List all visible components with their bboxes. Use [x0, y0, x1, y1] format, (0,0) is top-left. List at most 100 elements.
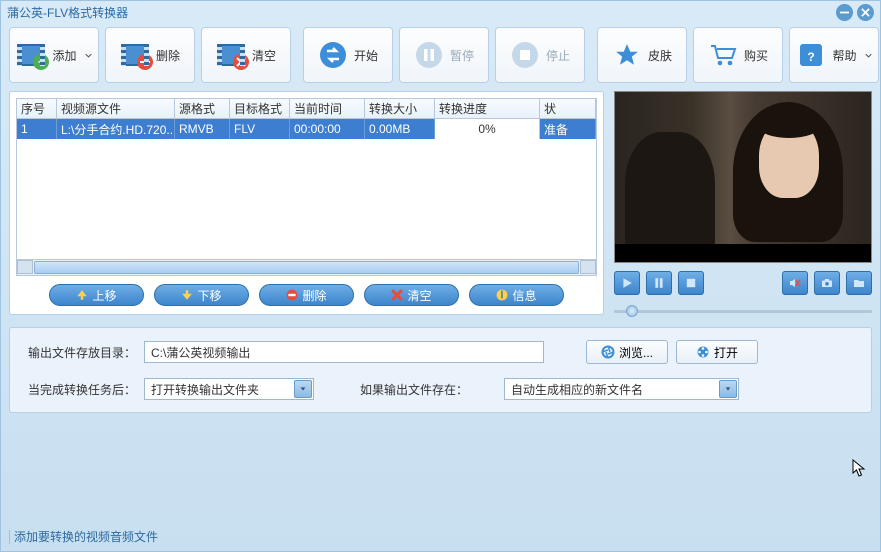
cursor-icon — [852, 459, 868, 479]
scroll-thumb[interactable] — [34, 261, 579, 274]
col-srcfmt[interactable]: 源格式 — [175, 99, 230, 118]
film-add-icon: + — [16, 40, 46, 70]
if-exists-value: 自动生成相应的新文件名 — [511, 381, 643, 398]
cell-seq: 1 — [17, 119, 57, 139]
stop-label: 停止 — [546, 47, 570, 64]
media-controls — [614, 263, 872, 299]
col-size[interactable]: 转换大小 — [365, 99, 435, 118]
cell-dstfmt: FLV — [230, 119, 290, 139]
horizontal-scrollbar[interactable] — [17, 259, 596, 275]
main-area: 序号 视频源文件 源格式 目标格式 当前时间 转换大小 转换进度 状 1 L:\… — [1, 91, 880, 315]
scroll-left-icon[interactable] — [17, 260, 33, 274]
output-dir-input[interactable]: C:\蒲公英视频输出 — [144, 341, 544, 363]
open-button[interactable]: 打开 — [676, 340, 758, 364]
help-button[interactable]: ? 帮助 — [789, 27, 879, 83]
add-label: 添加 — [52, 47, 76, 64]
video-preview[interactable] — [614, 91, 872, 263]
stop-icon — [510, 40, 540, 70]
cell-src: L:\分手合约.HD.720... — [57, 119, 175, 139]
aperture-icon — [601, 345, 615, 359]
col-progress[interactable]: 转换进度 — [435, 99, 540, 118]
chevron-down-icon — [719, 380, 737, 398]
add-button[interactable]: + 添加 — [9, 27, 99, 83]
info-button[interactable]: i 信息 — [469, 284, 564, 306]
preview-panel — [614, 91, 872, 315]
main-toolbar: + 添加 删除 清空 开始 暂停 停止 皮肤 购买 ? 帮助 — [1, 23, 880, 91]
status-hint: 添加要转换的视频音频文件 — [9, 528, 158, 545]
cell-status: 准备 — [540, 119, 596, 139]
move-up-label: 上移 — [92, 287, 116, 304]
skin-label: 皮肤 — [648, 47, 672, 64]
open-folder-button[interactable] — [846, 271, 872, 295]
film-clear-icon — [216, 40, 246, 70]
if-exists-label: 如果输出文件存在： — [360, 381, 468, 398]
film-remove-icon — [120, 40, 150, 70]
cell-size: 0.00MB — [365, 119, 435, 139]
clear-button[interactable]: 清空 — [201, 27, 291, 83]
cell-srcfmt: RMVB — [175, 119, 230, 139]
skin-button[interactable]: 皮肤 — [597, 27, 687, 83]
start-button[interactable]: 开始 — [303, 27, 393, 83]
svg-text:i: i — [501, 289, 504, 301]
close-button[interactable] — [857, 4, 874, 21]
after-convert-select[interactable]: 打开转换输出文件夹 — [144, 378, 314, 400]
help-label: 帮助 — [832, 47, 856, 64]
start-label: 开始 — [354, 47, 378, 64]
window-title: 蒲公英-FLV格式转换器 — [7, 4, 128, 21]
list-actions: 上移 下移 删除 清空 i 信息 — [16, 276, 597, 308]
star-icon — [612, 40, 642, 70]
stop-button[interactable]: 停止 — [495, 27, 585, 83]
remove-label: 删除 — [156, 47, 180, 64]
minimize-button[interactable] — [836, 4, 853, 21]
remove-button[interactable]: 删除 — [105, 27, 195, 83]
output-settings-panel: 输出文件存放目录： C:\蒲公英视频输出 浏览... 打开 当完成转换任务后： … — [9, 327, 872, 413]
snapshot-button[interactable] — [814, 271, 840, 295]
output-dir-value: C:\蒲公英视频输出 — [151, 344, 250, 361]
chevron-down-icon — [85, 52, 92, 59]
output-dir-label: 输出文件存放目录： — [28, 344, 136, 361]
table-header: 序号 视频源文件 源格式 目标格式 当前时间 转换大小 转换进度 状 — [17, 99, 596, 119]
slider-knob[interactable] — [626, 305, 638, 317]
media-pause-button[interactable] — [646, 271, 672, 295]
table-body[interactable]: 1 L:\分手合约.HD.720... RMVB FLV 00:00:00 0.… — [17, 119, 596, 259]
buy-button[interactable]: 购买 — [693, 27, 783, 83]
clear-label: 清空 — [252, 47, 276, 64]
move-down-button[interactable]: 下移 — [154, 284, 249, 306]
list-clear-button[interactable]: 清空 — [364, 284, 459, 306]
cart-icon — [708, 40, 738, 70]
col-status[interactable]: 状 — [540, 99, 596, 118]
list-remove-button[interactable]: 删除 — [259, 284, 354, 306]
seek-slider[interactable] — [614, 307, 872, 315]
open-label: 打开 — [714, 344, 738, 361]
col-src[interactable]: 视频源文件 — [57, 99, 175, 118]
reel-icon — [696, 345, 710, 359]
pause-icon — [414, 40, 444, 70]
list-clear-label: 清空 — [407, 287, 431, 304]
list-remove-label: 删除 — [302, 287, 326, 304]
col-time[interactable]: 当前时间 — [290, 99, 365, 118]
move-up-button[interactable]: 上移 — [49, 284, 144, 306]
buy-label: 购买 — [744, 47, 768, 64]
after-convert-value: 打开转换输出文件夹 — [151, 381, 259, 398]
info-label: 信息 — [512, 287, 536, 304]
help-icon: ? — [796, 40, 826, 70]
browse-label: 浏览... — [619, 344, 653, 361]
chevron-down-icon — [294, 380, 312, 398]
file-list-panel: 序号 视频源文件 源格式 目标格式 当前时间 转换大小 转换进度 状 1 L:\… — [9, 91, 604, 315]
scroll-right-icon[interactable] — [580, 260, 596, 274]
if-exists-select[interactable]: 自动生成相应的新文件名 — [504, 378, 739, 400]
file-table: 序号 视频源文件 源格式 目标格式 当前时间 转换大小 转换进度 状 1 L:\… — [16, 98, 597, 276]
browse-button[interactable]: 浏览... — [586, 340, 668, 364]
mute-button[interactable] — [782, 271, 808, 295]
table-row[interactable]: 1 L:\分手合约.HD.720... RMVB FLV 00:00:00 0.… — [17, 119, 596, 139]
pause-button[interactable]: 暂停 — [399, 27, 489, 83]
move-down-label: 下移 — [197, 287, 221, 304]
col-dstfmt[interactable]: 目标格式 — [230, 99, 290, 118]
col-seq[interactable]: 序号 — [17, 99, 57, 118]
cell-time: 00:00:00 — [290, 119, 365, 139]
play-button[interactable] — [614, 271, 640, 295]
svg-text:?: ? — [808, 50, 815, 64]
slider-track — [614, 310, 872, 313]
chevron-down-icon — [865, 52, 872, 59]
media-stop-button[interactable] — [678, 271, 704, 295]
